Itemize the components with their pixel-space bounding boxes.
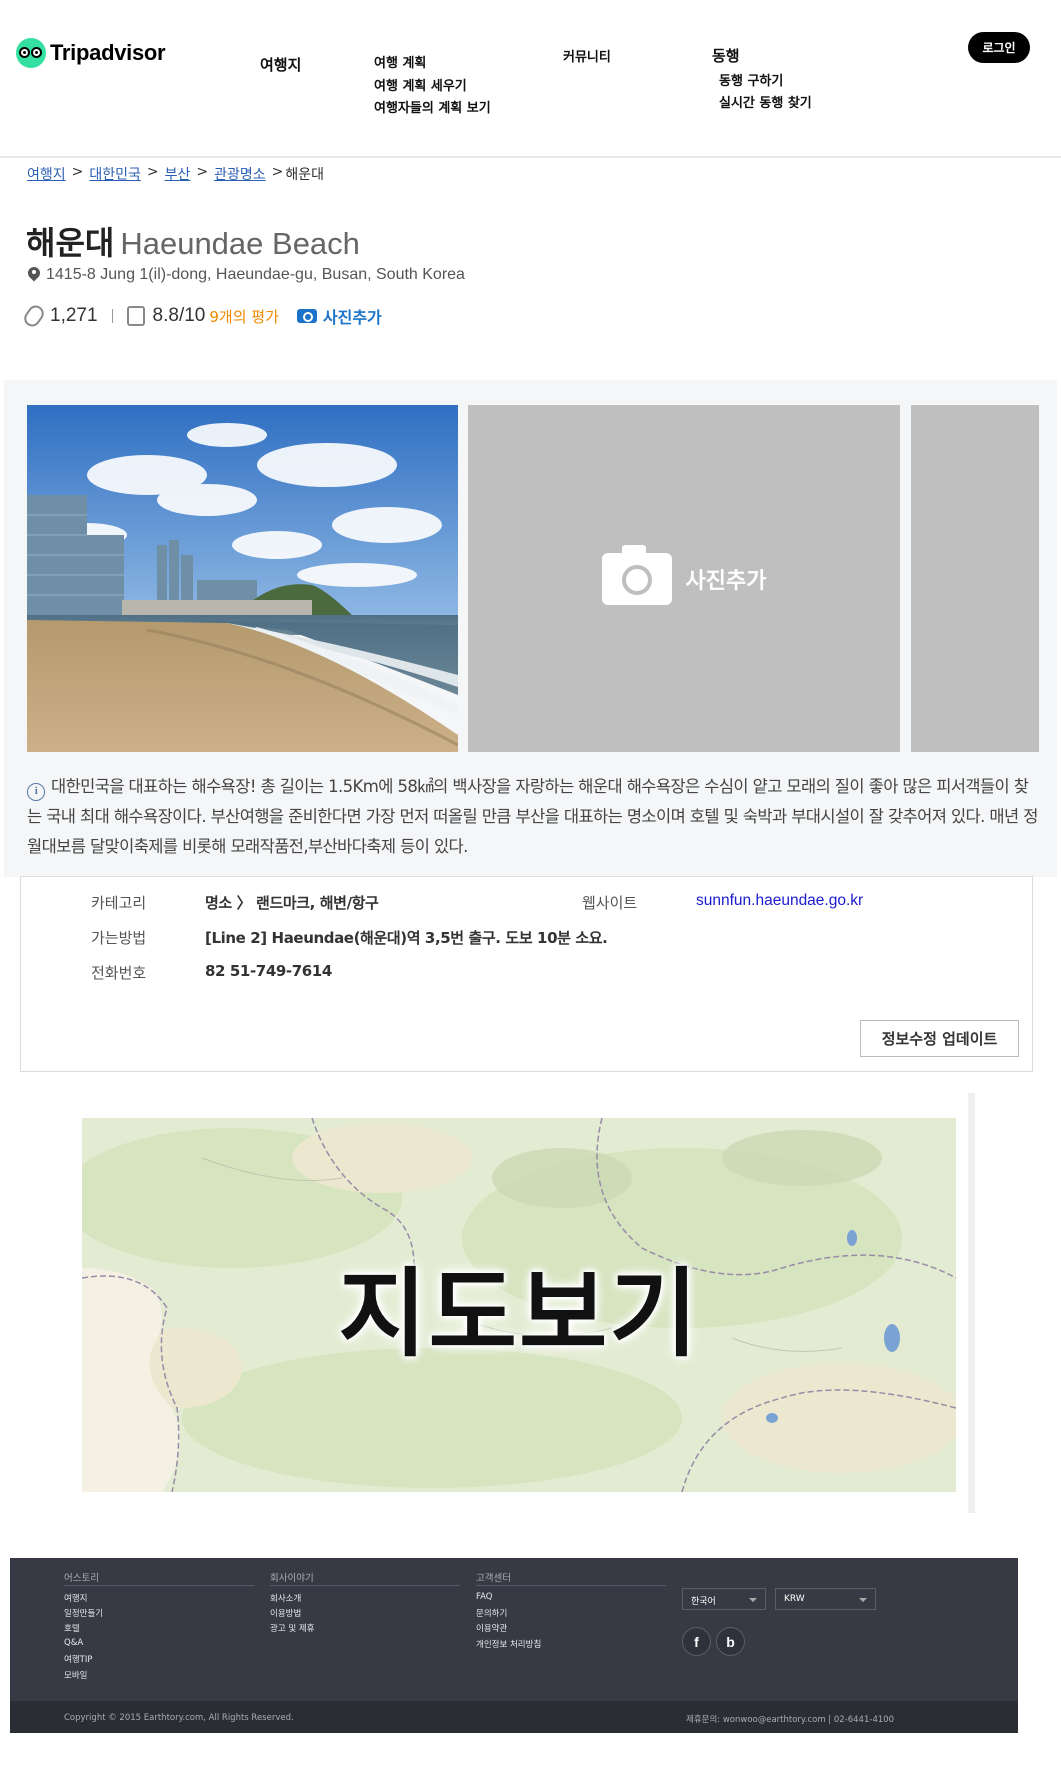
place-stats: 1,271 8.8/10 9개의 평가 사진추가 xyxy=(21,302,382,330)
footer-link[interactable]: 개인정보 처리방침 xyxy=(476,1638,541,1650)
phone-label: 전화번호 xyxy=(91,964,147,982)
nav-companion-live[interactable]: 실시간 동행 찾기 xyxy=(719,92,812,111)
phone-value: 82 51-749-7614 xyxy=(205,962,332,980)
footer-col3-title: 고객센터 xyxy=(476,1573,511,1584)
category-label: 카테고리 xyxy=(91,894,147,912)
map-scrollbar xyxy=(968,1093,975,1513)
footer-divider xyxy=(476,1585,666,1586)
footer-link[interactable]: 여행지 xyxy=(64,1592,87,1604)
clip-count: 1,271 xyxy=(50,305,98,326)
footer-col1-title: 어스토리 xyxy=(64,1573,99,1584)
breadcrumb-link[interactable]: 관광명소 xyxy=(214,164,266,184)
paperclip-icon[interactable] xyxy=(21,302,47,330)
footer-col2-title: 회사이야기 xyxy=(270,1573,314,1584)
camera-icon xyxy=(296,309,317,323)
breadcrumb-link[interactable]: 부산 xyxy=(165,164,191,184)
copyright-text: Copyright © 2015 Earthtory.com, All Righ… xyxy=(64,1713,294,1723)
breadcrumb-link[interactable]: 여행지 xyxy=(27,164,66,184)
logo-text: Tripadvisor xyxy=(50,40,166,65)
add-photo-label: 사진추가 xyxy=(322,308,382,327)
place-description: i 대한민국을 대표하는 해수욕장! 총 길이는 1.5Km에 58㎢의 백사장을… xyxy=(27,772,1042,862)
breadcrumb-link[interactable]: 대한민국 xyxy=(89,164,141,184)
chevron-down-icon xyxy=(859,1598,867,1602)
rating-count[interactable]: 9개의 평가 xyxy=(209,306,279,327)
currency-value: KRW xyxy=(784,1594,805,1604)
owl-logo-icon xyxy=(16,38,46,68)
add-photo-link[interactable]: 사진추가 xyxy=(296,304,382,328)
nav-destinations[interactable]: 여행지 xyxy=(260,54,301,75)
add-photo-tile-label: 사진추가 xyxy=(685,568,767,594)
chevron-down-icon xyxy=(749,1598,757,1602)
breadcrumb-current: 해운대 xyxy=(285,167,325,183)
footer-link[interactable]: 회사소개 xyxy=(270,1592,301,1604)
footer-link[interactable]: 이용약관 xyxy=(476,1622,507,1634)
map-preview[interactable]: 지도보기 xyxy=(82,1118,956,1492)
breadcrumb: 여행지 > 대한민국 > 부산 > 관광명소 > 해운대 xyxy=(27,164,325,184)
footer-link[interactable]: 광고 및 제휴 xyxy=(270,1622,315,1634)
website-label: 웹사이트 xyxy=(582,894,638,912)
thumbs-up-icon xyxy=(126,306,145,326)
beach-photo-illustration xyxy=(27,405,458,752)
title-korean: 해운대 xyxy=(26,224,115,262)
login-button[interactable]: 로그인 xyxy=(968,32,1030,63)
add-photo-tile[interactable]: 사진추가 xyxy=(468,405,900,752)
site-header: Tripadvisor 여행지 여행 계획 여행 계획 세우기 여행자들의 계획… xyxy=(0,0,1061,158)
nav-plan-make[interactable]: 여행 계획 세우기 xyxy=(374,75,467,94)
blog-icon[interactable]: b xyxy=(716,1627,745,1656)
map-view-label: 지도보기 xyxy=(338,1257,700,1370)
website-link[interactable]: sunnfun.haeundae.go.kr xyxy=(696,892,863,910)
footer-link[interactable]: 호텔 xyxy=(64,1622,80,1634)
divider xyxy=(111,309,113,323)
place-info-box: 카테고리 명소 〉 랜드마크, 해변/항구 웹사이트 sunnfun.haeun… xyxy=(20,876,1033,1072)
facebook-icon[interactable]: f xyxy=(682,1627,711,1656)
address: 1415-8 Jung 1(il)-dong, Haeundae-gu, Bus… xyxy=(28,266,465,284)
language-select[interactable]: 한국어 xyxy=(682,1588,766,1610)
currency-select[interactable]: KRW xyxy=(775,1588,876,1610)
contact-text: 제휴문의: wonwoo@earthtory.com | 02-6441-410… xyxy=(686,1715,895,1725)
address-text: 1415-8 Jung 1(il)-dong, Haeundae-gu, Bus… xyxy=(46,266,465,283)
footer-divider xyxy=(64,1585,254,1586)
directions-label: 가는방법 xyxy=(91,929,147,947)
footer-link[interactable]: FAQ xyxy=(476,1592,492,1602)
footer-link[interactable]: Q&A xyxy=(64,1638,83,1648)
photo-placeholder[interactable] xyxy=(911,405,1039,752)
nav-companion-find[interactable]: 동행 구하기 xyxy=(719,70,783,89)
footer-link[interactable]: 일정만들기 xyxy=(64,1607,103,1619)
camera-icon xyxy=(601,544,672,605)
footer-link[interactable]: 여행TIP xyxy=(64,1653,92,1665)
description-text: 대한민국을 대표하는 해수욕장! 총 길이는 1.5Km에 58㎢의 백사장을 … xyxy=(27,777,1038,856)
footer-link[interactable]: 이용방법 xyxy=(270,1607,301,1619)
title-english: Haeundae Beach xyxy=(120,226,360,261)
beach-photo[interactable] xyxy=(27,405,458,752)
footer-divider xyxy=(270,1585,460,1586)
category-value: 명소 〉 랜드마크, 해변/항구 xyxy=(205,894,379,912)
directions-value: [Line 2] Haeundae(해운대)역 3,5번 출구. 도보 10분 … xyxy=(205,929,608,947)
footer-link[interactable]: 문의하기 xyxy=(476,1607,507,1619)
language-value: 한국어 xyxy=(691,1597,716,1607)
nav-companion[interactable]: 동행 xyxy=(712,45,740,66)
footer-link[interactable]: 모바일 xyxy=(64,1669,87,1681)
nav-plan-view[interactable]: 여행자들의 계획 보기 xyxy=(374,97,491,116)
info-icon: i xyxy=(27,783,45,801)
nav-community[interactable]: 커뮤니티 xyxy=(563,46,611,65)
page-title: 해운대 Haeundae Beach xyxy=(26,218,360,264)
nav-plan[interactable]: 여행 계획 xyxy=(374,52,426,71)
rating-value: 8.8/10 xyxy=(152,305,206,326)
update-info-button[interactable]: 정보수정 업데이트 xyxy=(860,1020,1019,1057)
tripadvisor-logo[interactable]: Tripadvisor xyxy=(16,38,166,68)
map-pin-icon xyxy=(28,267,40,283)
